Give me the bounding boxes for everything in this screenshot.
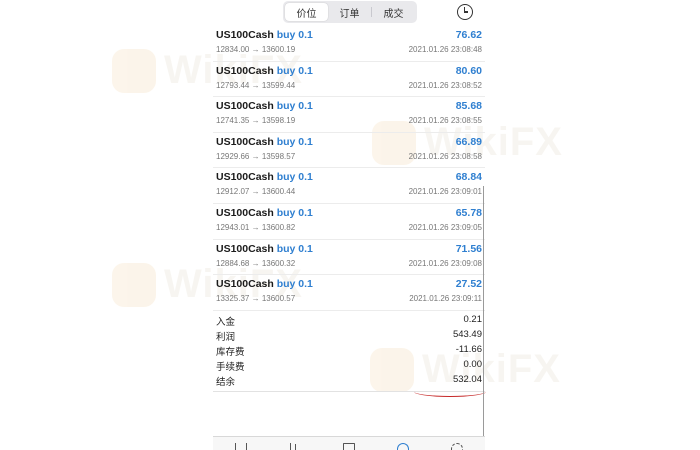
trade-time: 2021.01.26 23:08:55	[408, 116, 482, 126]
trade-prices: 12834.00 → 13600.19	[216, 45, 296, 54]
trade-time: 2021.01.26 23:09:05	[408, 222, 482, 232]
trade-symbol: US100Cash buy 0.1	[216, 29, 313, 41]
trade-symbol: US100Cash buy 0.1	[216, 278, 313, 291]
trade-symbol: US100Cash buy 0.1	[216, 206, 313, 219]
trade-profit: 65.78	[455, 206, 482, 219]
account-summary: 入金 0.21 利润 543.49 库存费 -11.66 手续费 0.00 结余…	[213, 313, 485, 388]
history-icon[interactable]	[397, 443, 409, 450]
trade-profit: 66.89	[455, 135, 482, 148]
trade-profit: 71.56	[455, 242, 482, 255]
scrollbar[interactable]	[483, 186, 485, 436]
summary-row-deposit: 入金 0.21	[213, 313, 485, 328]
trade-prices: 12741.35 → 13598.19	[216, 116, 296, 126]
trade-direction: buy 0.1	[276, 171, 313, 184]
trade-profit: 76.62	[455, 29, 482, 41]
trade-time: 2021.01.26 23:08:48	[408, 45, 482, 54]
trade-row[interactable]: US100Cash buy 0.1 12943.01 → 13600.82 65…	[213, 204, 485, 240]
trade-symbol: US100Cash buy 0.1	[216, 171, 313, 184]
segmented-tabs: 价位 订单 成交	[283, 1, 417, 23]
summary-row-swap: 库存费 -11.66	[213, 343, 485, 358]
settings-gear-icon[interactable]	[451, 443, 463, 450]
history-screen: WikiFX WikiFX WikiFX WikiFX 价位 订单 成交 US1…	[0, 0, 700, 450]
trade-row[interactable]: US100Cash buy 0.1 13325.37 → 13600.57 27…	[213, 275, 485, 311]
trade-prices: 13325.37 → 13600.57	[216, 294, 296, 304]
tab-positions[interactable]: 价位	[285, 3, 328, 21]
trade-time: 2021.01.26 23:09:08	[408, 258, 482, 268]
summary-label: 入金	[216, 317, 236, 328]
summary-row-balance: 结余 532.04	[213, 373, 485, 388]
trade-row[interactable]: US100Cash buy 0.1 12741.35 → 13598.19 85…	[213, 97, 485, 133]
tab-deals[interactable]: 成交	[372, 3, 415, 21]
summary-label: 库存费	[216, 347, 245, 358]
trade-row[interactable]: US100Cash buy 0.1 12884.68 → 13600.32 71…	[213, 240, 485, 276]
summary-value: 532.04	[452, 374, 482, 385]
summary-value: 0.21	[463, 314, 483, 325]
tab-orders[interactable]: 订单	[328, 3, 371, 21]
trade-direction: buy 0.1	[276, 206, 313, 219]
trade-time: 2021.01.26 23:08:52	[408, 80, 482, 90]
summary-row-commission: 手续费 0.00	[213, 358, 485, 373]
trade-direction: buy 0.1	[276, 278, 313, 291]
red-underline-annotation	[414, 391, 486, 397]
trade-direction: buy 0.1	[276, 29, 313, 41]
trade-row[interactable]: US100Cash buy 0.1 12912.07 → 13600.44 68…	[213, 168, 485, 204]
summary-row-profit: 利润 543.49	[213, 328, 485, 343]
trade-direction: buy 0.1	[276, 242, 313, 255]
trade-symbol: US100Cash buy 0.1	[216, 100, 313, 113]
summary-value: 0.00	[463, 359, 483, 370]
trade-symbol: US100Cash buy 0.1	[216, 135, 313, 148]
trade-row[interactable]: US100Cash buy 0.1 12929.66 → 13598.57 66…	[213, 133, 485, 169]
trade-prices: 12793.44 → 13599.44	[216, 80, 296, 90]
trade-prices: 12929.66 → 13598.57	[216, 151, 296, 161]
summary-value: -11.66	[455, 344, 482, 355]
trade-prices: 12912.07 → 13600.44	[216, 187, 296, 197]
watermark-logo-icon	[112, 48, 156, 93]
clock-icon[interactable]	[457, 4, 473, 20]
trade-direction: buy 0.1	[276, 64, 313, 77]
summary-label: 手续费	[216, 362, 245, 373]
summary-label: 结余	[216, 377, 236, 388]
trade-list: US100Cash buy 0.1 12834.00 → 13600.19 76…	[213, 26, 485, 311]
chart-icon[interactable]	[290, 443, 302, 450]
trade-symbol: US100Cash buy 0.1	[216, 64, 313, 77]
trade-time: 2021.01.26 23:09:01	[408, 187, 482, 197]
trade-profit: 85.68	[455, 100, 482, 113]
trade-row[interactable]: US100Cash buy 0.1 12834.00 → 13600.19 76…	[213, 26, 485, 62]
trade-symbol: US100Cash buy 0.1	[216, 242, 313, 255]
trade-prices: 12943.01 → 13600.82	[216, 222, 296, 232]
trade-time: 2021.01.26 23:08:58	[408, 151, 482, 161]
trade-icon[interactable]	[343, 443, 355, 450]
trade-profit: 80.60	[455, 64, 482, 77]
summary-value: 543.49	[452, 329, 482, 340]
summary-label: 利润	[216, 332, 236, 343]
trade-direction: buy 0.1	[276, 100, 313, 113]
bottom-nav	[213, 436, 485, 450]
trade-profit: 27.52	[455, 278, 482, 291]
trade-time: 2021.01.26 23:09:11	[409, 294, 482, 304]
trade-direction: buy 0.1	[276, 135, 313, 148]
trade-row[interactable]: US100Cash buy 0.1 12793.44 → 13599.44 80…	[213, 62, 485, 98]
quotes-icon[interactable]	[235, 443, 247, 450]
trade-profit: 68.84	[455, 171, 482, 184]
watermark-logo-icon	[112, 262, 156, 307]
trade-prices: 12884.68 → 13600.32	[216, 258, 296, 268]
